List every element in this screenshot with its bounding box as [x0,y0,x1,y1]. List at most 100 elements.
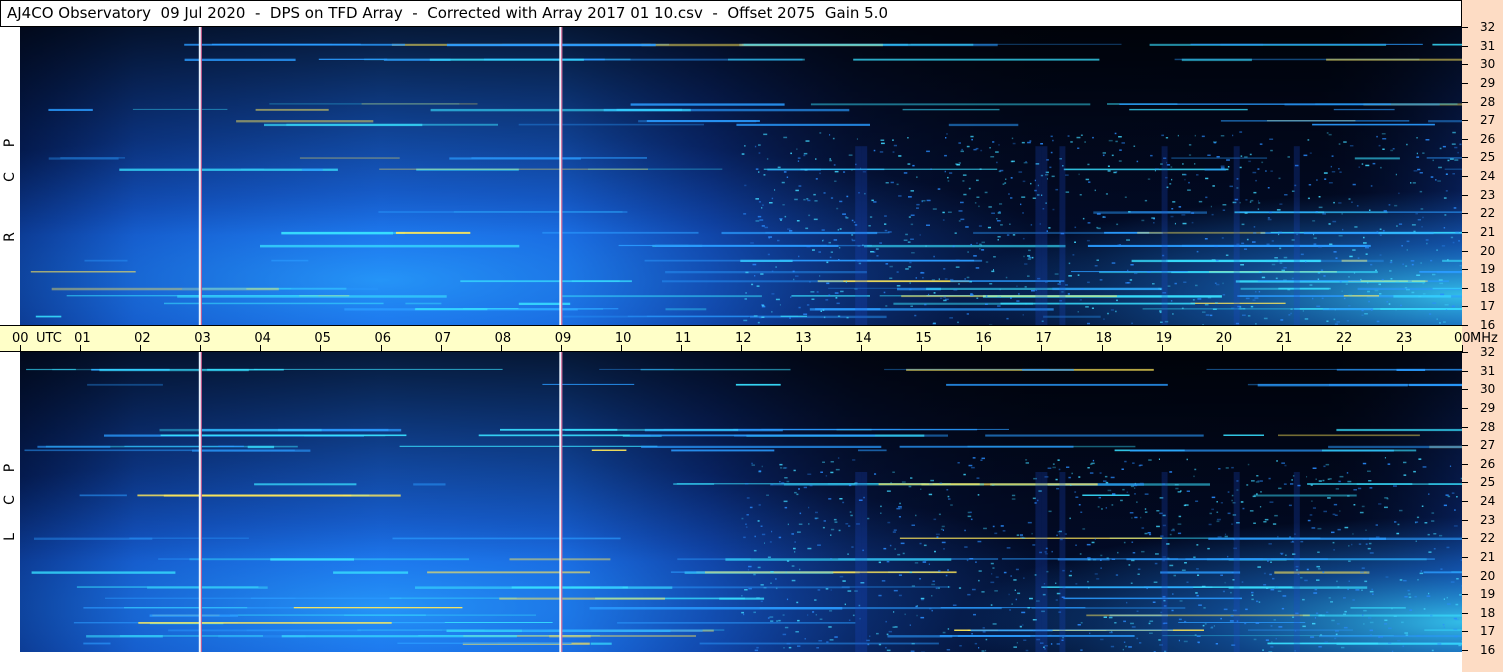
noise-speckle [926,150,930,153]
noise-speckle [1328,597,1331,599]
noise-speckle [874,473,877,475]
noise-speckle [1131,626,1136,628]
noise-speckle [1362,538,1367,540]
noise-speckle [997,305,1001,307]
noise-speckle [1288,314,1291,316]
noise-speckle [1096,578,1100,580]
noise-speckle [1121,468,1124,470]
time-tick-label: 01 [74,331,91,346]
time-tick-mark [741,345,742,352]
noise-speckle [1169,564,1174,567]
noise-speckle [830,471,834,474]
noise-speckle [1317,278,1320,280]
noise-speckle [1156,525,1160,528]
noise-speckle [784,215,787,218]
noise-speckle [829,610,833,612]
noise-speckle [1270,646,1274,648]
noise-speckle [1211,496,1216,499]
noise-speckle [1174,222,1176,225]
noise-speckle [771,530,773,533]
noise-speckle [1027,141,1031,144]
interference-line [1247,383,1462,386]
noise-speckle [1149,620,1154,622]
noise-speckle [1207,547,1210,550]
noise-speckle [1405,265,1408,267]
noise-speckle [1211,213,1214,216]
interference-line [721,231,878,235]
interference-line [129,537,249,539]
noise-speckle [1225,254,1229,256]
interference-line [255,108,329,111]
interference-line [665,271,867,274]
noise-speckle [1022,624,1024,626]
noise-speckle [797,160,800,162]
noise-speckle [1216,511,1219,513]
noise-speckle [869,216,873,218]
time-tick-mark [560,345,562,352]
noise-speckle [892,471,895,473]
noise-speckle [1452,173,1455,175]
noise-speckle [1213,625,1215,627]
noise-speckle [743,213,747,215]
noise-speckle [1201,135,1205,138]
noise-speckle [1111,558,1116,560]
noise-speckle [1445,173,1448,175]
noise-speckle [910,214,915,216]
noise-speckle [1316,565,1320,568]
noise-speckle [1275,277,1278,280]
vertical-striation [1059,146,1066,325]
noise-speckle [935,587,938,590]
noise-speckle [1107,170,1111,172]
noise-speckle [1324,178,1327,180]
noise-speckle [1361,567,1365,569]
noise-speckle [1096,213,1101,215]
noise-speckle [1406,240,1410,243]
noise-speckle [810,291,815,293]
noise-speckle [1195,284,1198,287]
frequency-tick-label: 32 [1480,345,1496,359]
noise-speckle [1281,269,1285,272]
noise-speckle [1017,592,1021,595]
interference-line [899,537,1163,539]
noise-speckle [999,169,1004,172]
noise-speckle [966,276,970,279]
noise-speckle [1216,520,1220,523]
noise-speckle [1028,249,1031,252]
noise-speckle [1028,256,1032,259]
noise-speckle [1110,309,1114,311]
noise-speckle [823,192,826,194]
noise-speckle [1364,313,1368,315]
noise-speckle [771,311,773,313]
noise-speckle [779,304,781,306]
time-tick-mark [1462,345,1463,352]
noise-speckle [1276,209,1281,211]
noise-speckle [1459,264,1462,267]
noise-speckle [932,208,937,210]
noise-speckle [1070,570,1072,572]
interference-line [1444,168,1462,170]
noise-speckle [1258,291,1261,293]
noise-speckle [1267,217,1270,219]
noise-speckle [1015,598,1017,601]
noise-speckle [990,604,993,606]
interference-line [271,259,309,262]
noise-speckle [1328,223,1331,225]
noise-speckle [979,168,982,170]
noise-speckle [888,630,892,633]
noise-speckle [1158,287,1161,290]
noise-speckle [783,500,788,503]
noise-speckle [1348,276,1350,278]
noise-speckle [1224,581,1226,584]
noise-speckle [1248,160,1251,163]
noise-speckle [1420,208,1424,210]
noise-speckle [1091,541,1095,544]
noise-speckle [1150,154,1153,157]
noise-speckle [1396,532,1400,535]
noise-speckle [1417,168,1421,171]
noise-speckle [832,137,835,140]
noise-speckle [1019,534,1023,536]
noise-speckle [967,251,969,253]
noise-speckle [947,569,949,571]
noise-speckle [1205,177,1209,180]
noise-speckle [1207,154,1211,156]
